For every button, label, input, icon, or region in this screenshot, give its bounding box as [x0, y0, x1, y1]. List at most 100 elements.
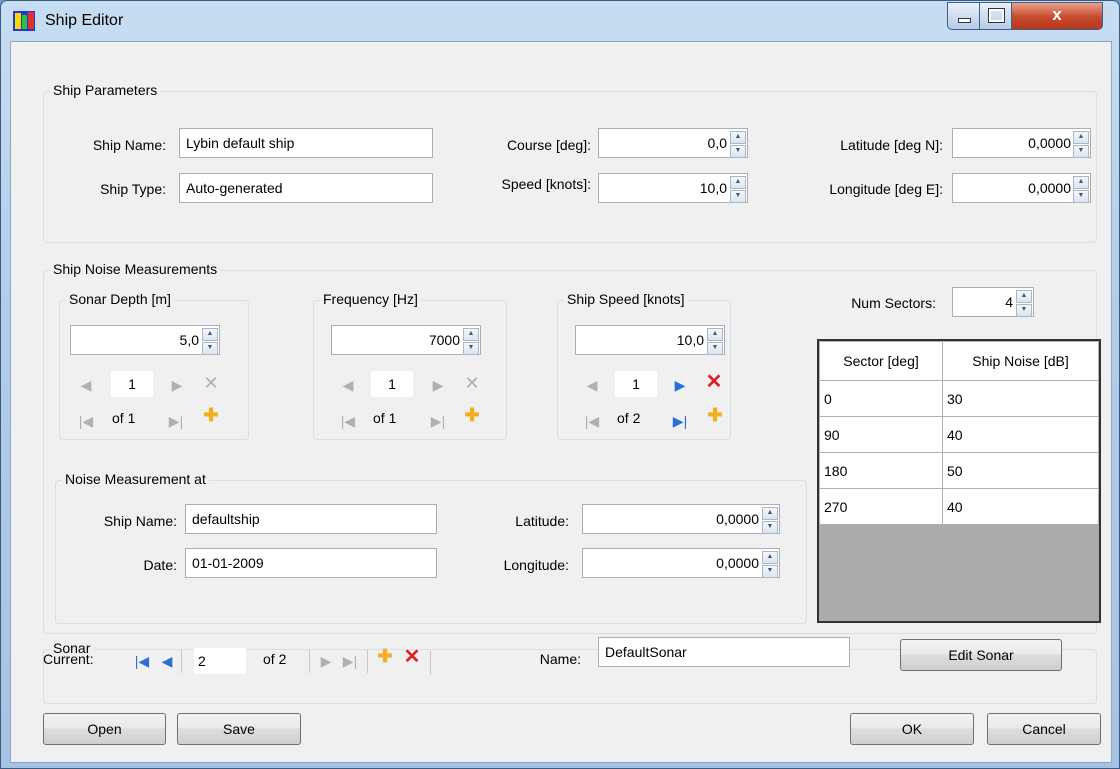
num-sectors-input[interactable] — [953, 288, 1015, 316]
up-arrow-icon[interactable]: ▲ — [707, 328, 723, 341]
measurement-longitude-input[interactable] — [583, 549, 761, 577]
sonar-depth-spinner[interactable]: ▲▼ — [70, 325, 220, 355]
speed-input[interactable] — [599, 174, 729, 202]
measurement-longitude-spinner[interactable]: ▲▼ — [582, 548, 780, 578]
minimize-button[interactable] — [947, 2, 981, 30]
save-button[interactable]: Save — [177, 713, 301, 745]
down-arrow-icon[interactable]: ▼ — [762, 565, 778, 578]
up-arrow-icon[interactable]: ▲ — [762, 551, 778, 564]
delete-icon[interactable]: ✕ — [202, 374, 220, 392]
up-arrow-icon[interactable]: ▲ — [1016, 290, 1032, 303]
table-row[interactable]: 90 40 — [819, 416, 1099, 453]
previous-icon[interactable]: ◀ — [583, 376, 601, 394]
sonar-name-input[interactable] — [598, 637, 850, 667]
measurement-latitude-input[interactable] — [583, 505, 761, 533]
measurement-ship-name-input[interactable] — [185, 504, 437, 534]
up-arrow-icon[interactable]: ▲ — [463, 328, 479, 341]
open-button[interactable]: Open — [43, 713, 166, 745]
delete-icon[interactable]: ✕ — [403, 647, 421, 667]
ship-speed-spinner[interactable]: ▲▼ — [575, 325, 725, 355]
table-row[interactable]: 270 40 — [819, 488, 1099, 525]
down-arrow-icon[interactable]: ▼ — [202, 342, 218, 355]
table-cell[interactable]: 270 — [819, 488, 943, 525]
course-input[interactable] — [599, 129, 729, 157]
column-header-sector[interactable]: Sector [deg] — [819, 341, 943, 381]
add-icon[interactable]: ✚ — [376, 647, 394, 665]
column-header-ship-noise[interactable]: Ship Noise [dB] — [942, 341, 1099, 381]
num-sectors-spinner[interactable]: ▲▼ — [952, 287, 1034, 317]
latitude-input[interactable] — [953, 129, 1073, 157]
delete-icon[interactable]: ✕ — [705, 372, 723, 392]
ship-speed-input[interactable] — [576, 326, 706, 354]
last-icon[interactable]: ▶| — [167, 412, 185, 430]
previous-icon[interactable]: ◀ — [158, 652, 176, 670]
delete-icon[interactable]: ✕ — [463, 374, 481, 392]
down-arrow-icon[interactable]: ▼ — [707, 342, 723, 355]
previous-icon[interactable]: ◀ — [77, 376, 95, 394]
next-icon[interactable]: ▶ — [317, 652, 335, 670]
down-arrow-icon[interactable]: ▼ — [1016, 304, 1032, 317]
first-icon[interactable]: |◀ — [339, 412, 357, 430]
measurement-latitude-spinner[interactable]: ▲▼ — [582, 504, 780, 534]
first-icon[interactable]: |◀ — [583, 412, 601, 430]
sonar-depth-position[interactable]: 1 — [111, 371, 153, 397]
title-bar[interactable]: Ship Editor x — [1, 1, 1119, 41]
up-arrow-icon[interactable]: ▲ — [730, 176, 746, 189]
ship-name-input[interactable] — [179, 128, 433, 158]
table-row[interactable]: 180 50 — [819, 452, 1099, 489]
first-icon[interactable]: |◀ — [77, 412, 95, 430]
previous-icon[interactable]: ◀ — [339, 376, 357, 394]
ship-type-input[interactable] — [179, 173, 433, 203]
measurement-date-input[interactable] — [185, 548, 437, 578]
table-cell[interactable]: 90 — [819, 416, 943, 453]
last-icon[interactable]: ▶| — [671, 412, 689, 430]
frequency-spinner[interactable]: ▲▼ — [331, 325, 481, 355]
up-arrow-icon[interactable]: ▲ — [1073, 176, 1089, 189]
down-arrow-icon[interactable]: ▼ — [762, 521, 778, 534]
ship-speed-position[interactable]: 1 — [615, 371, 657, 397]
latitude-label: Latitude [deg N]: — [840, 137, 943, 153]
close-button[interactable]: x — [1011, 2, 1103, 30]
longitude-spinner[interactable]: ▲▼ — [952, 173, 1091, 203]
longitude-input[interactable] — [953, 174, 1073, 202]
next-icon[interactable]: ▶ — [671, 376, 689, 394]
table-cell[interactable]: 180 — [819, 452, 943, 489]
latitude-spinner[interactable]: ▲▼ — [952, 128, 1091, 158]
maximize-button[interactable] — [979, 2, 1013, 30]
down-arrow-icon[interactable]: ▼ — [730, 190, 746, 203]
up-arrow-icon[interactable]: ▲ — [762, 507, 778, 520]
sector-noise-table[interactable]: Sector [deg] Ship Noise [dB] 0 30 90 40 … — [817, 339, 1101, 623]
up-arrow-icon[interactable]: ▲ — [1073, 131, 1089, 144]
table-row[interactable]: 0 30 — [819, 380, 1099, 417]
cancel-button[interactable]: Cancel — [987, 713, 1101, 745]
edit-sonar-button[interactable]: Edit Sonar — [900, 639, 1062, 671]
up-arrow-icon[interactable]: ▲ — [730, 131, 746, 144]
course-label: Course [deg]: — [506, 137, 591, 153]
ok-button[interactable]: OK — [850, 713, 974, 745]
add-icon[interactable]: ✚ — [463, 406, 481, 424]
table-cell[interactable]: 40 — [942, 488, 1099, 525]
down-arrow-icon[interactable]: ▼ — [463, 342, 479, 355]
next-icon[interactable]: ▶ — [429, 376, 447, 394]
table-cell[interactable]: 50 — [942, 452, 1099, 489]
first-icon[interactable]: |◀ — [133, 652, 151, 670]
ship-editor-icon — [13, 11, 35, 31]
sonar-position-input[interactable]: 2 — [194, 648, 246, 674]
table-cell[interactable]: 30 — [942, 380, 1099, 417]
table-cell[interactable]: 40 — [942, 416, 1099, 453]
frequency-position[interactable]: 1 — [371, 371, 413, 397]
last-icon[interactable]: ▶| — [341, 652, 359, 670]
frequency-input[interactable] — [332, 326, 462, 354]
down-arrow-icon[interactable]: ▼ — [1073, 145, 1089, 158]
down-arrow-icon[interactable]: ▼ — [730, 145, 746, 158]
add-icon[interactable]: ✚ — [202, 406, 220, 424]
up-arrow-icon[interactable]: ▲ — [202, 328, 218, 341]
sonar-depth-input[interactable] — [71, 326, 201, 354]
down-arrow-icon[interactable]: ▼ — [1073, 190, 1089, 203]
next-icon[interactable]: ▶ — [168, 376, 186, 394]
speed-spinner[interactable]: ▲▼ — [598, 173, 748, 203]
add-icon[interactable]: ✚ — [706, 406, 724, 424]
course-spinner[interactable]: ▲▼ — [598, 128, 748, 158]
table-cell[interactable]: 0 — [819, 380, 943, 417]
last-icon[interactable]: ▶| — [429, 412, 447, 430]
